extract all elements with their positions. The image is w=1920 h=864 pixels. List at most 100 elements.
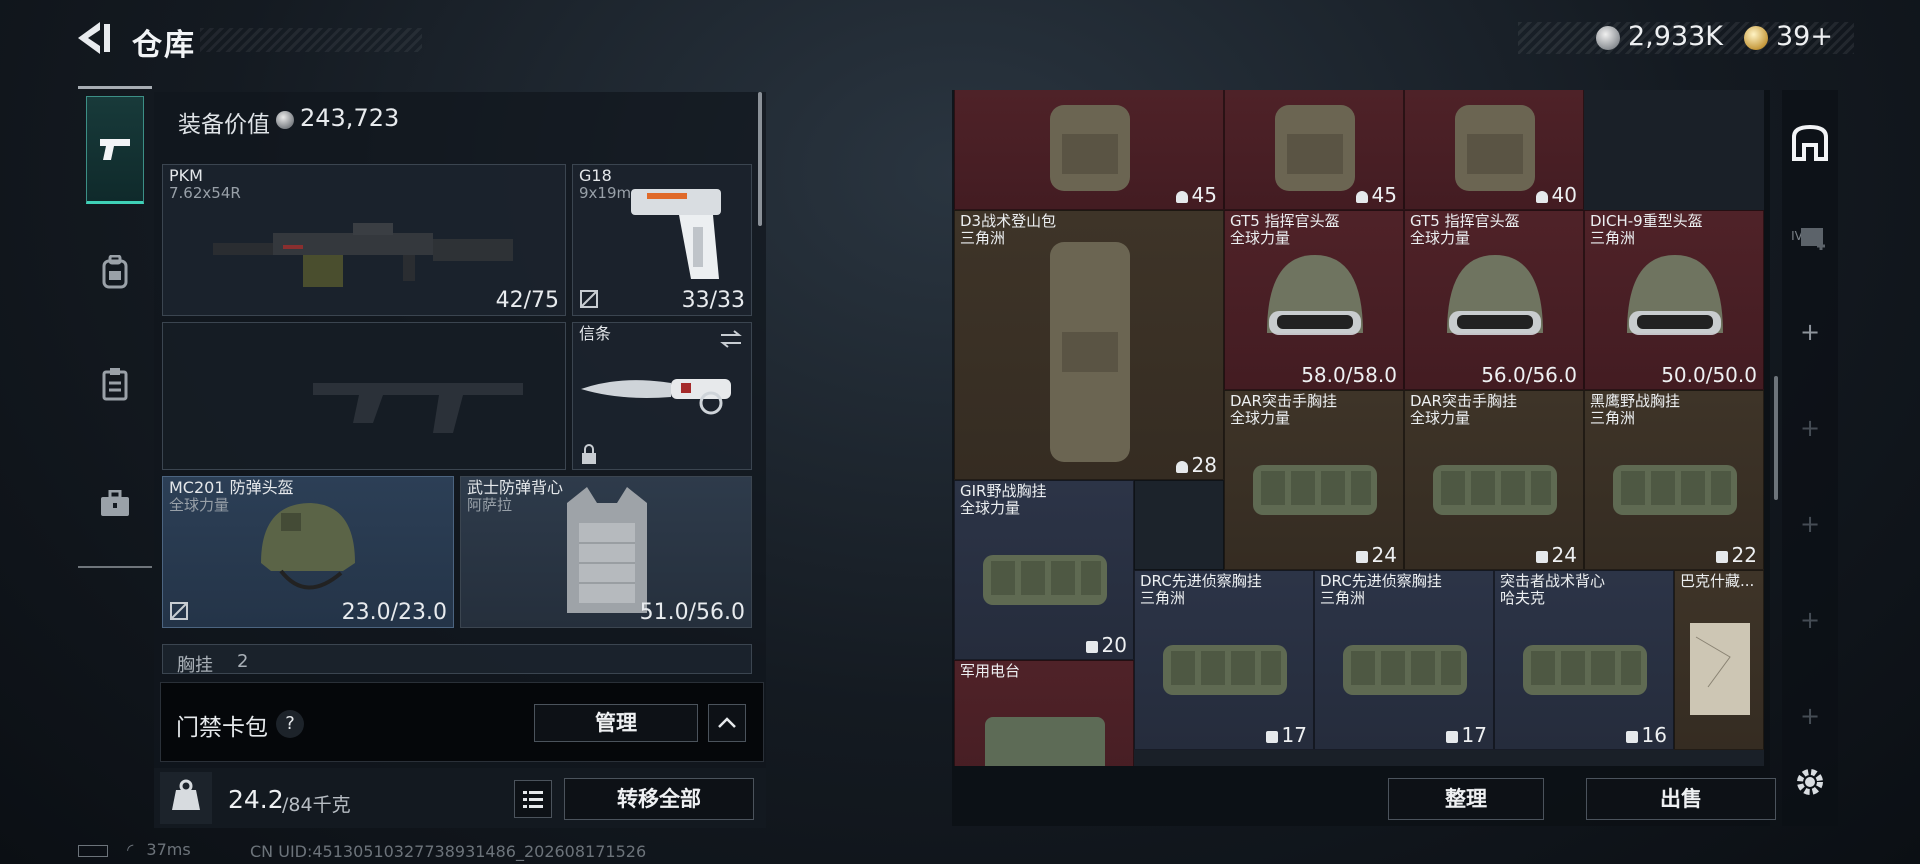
item-value: 24	[1355, 543, 1397, 567]
weight-current: 24.2	[228, 785, 284, 814]
add-storage-button[interactable]: +	[1782, 398, 1838, 458]
melee-name: 信条	[579, 324, 612, 343]
collapse-button[interactable]	[708, 704, 746, 742]
manage-button[interactable]: 管理	[534, 704, 698, 742]
list-view-button[interactable]	[514, 780, 552, 818]
back-button[interactable]	[76, 18, 114, 58]
item-name: GT5 指挥官头盔	[1410, 212, 1520, 230]
gold-currency-value[interactable]: 39+	[1776, 21, 1833, 52]
capacity-icon	[1175, 461, 1188, 473]
equipment-value: 243,723	[300, 104, 400, 132]
sort-button[interactable]: 整理	[1388, 778, 1544, 820]
storage-grid: 45 45 40 D3战术登山包 三角洲 28 GT5 指挥官头盔 全球力量 58.0/…	[954, 90, 1764, 766]
capacity-icon	[1625, 731, 1638, 743]
add-storage-button[interactable]: +	[1782, 494, 1838, 554]
item-value: 58.0/58.0	[1301, 363, 1397, 387]
item-faction: 全球力量	[1410, 229, 1471, 247]
loadout-scrollbar[interactable]	[758, 92, 762, 226]
helmet-slot[interactable]: MC201 防弹头盔 全球力量 23.0/23.0	[162, 476, 454, 628]
storage-tab-main[interactable]	[1782, 112, 1838, 172]
item-name: DRC先进侦察胸挂	[1320, 572, 1442, 590]
no-insure-icon	[170, 602, 188, 620]
list-icon	[523, 791, 543, 808]
empty-grid-cell[interactable]	[1134, 480, 1224, 570]
plus-icon: +	[1799, 414, 1821, 442]
ammo-count: 33/33	[681, 288, 745, 313]
armor-slot[interactable]: 武士防弹背心 阿萨拉 51.0/56.0	[460, 476, 752, 628]
wifi-icon: ◜	[127, 840, 134, 859]
silver-coin-icon	[1596, 26, 1620, 50]
gear-icon	[1797, 769, 1823, 795]
item-value: 24	[1535, 543, 1577, 567]
item-value-text: 24	[1551, 543, 1577, 567]
capacity-icon	[1265, 731, 1278, 743]
primary-weapon-slot[interactable]: PKM 7.62x54R 42/75	[162, 164, 566, 316]
weight-max: /84千克	[282, 794, 351, 816]
item-faction: 全球力量	[960, 499, 1021, 517]
item-name: DRC先进侦察胸挂	[1140, 572, 1262, 590]
item-value: 20	[1085, 633, 1127, 657]
nav-tab-items[interactable]	[86, 450, 144, 558]
nav-divider-bottom	[78, 566, 152, 568]
durability: 51.0/56.0	[639, 600, 745, 625]
settings-button[interactable]	[1790, 762, 1830, 802]
nav-tab-gear[interactable]	[86, 218, 144, 326]
storage-item[interactable]: 45	[954, 90, 1224, 210]
pistol-slot[interactable]: G18 9x19mm 33/33	[572, 164, 752, 316]
transfer-all-button[interactable]: 转移全部	[564, 778, 754, 820]
storage-item[interactable]: DRC先进侦察胸挂 三角洲 17	[1134, 570, 1314, 750]
secondary-weapon-slot[interactable]	[162, 322, 566, 470]
add-storage-button[interactable]: +	[1782, 590, 1838, 650]
item-faction: 哈夫克	[1500, 589, 1546, 607]
add-storage-button[interactable]: +	[1782, 686, 1838, 746]
ping-value: 37ms	[146, 840, 191, 859]
back-arrow-icon	[78, 22, 110, 54]
storage-item[interactable]: 巴克什藏...	[1674, 570, 1764, 750]
item-value-text: 17	[1461, 723, 1487, 747]
armor-faction: 阿萨拉	[467, 496, 513, 514]
storage-item[interactable]: GT5 指挥官头盔 全球力量 56.0/56.0	[1404, 210, 1584, 390]
nav-tab-weapons[interactable]	[86, 96, 144, 204]
capacity-icon	[1175, 191, 1188, 203]
melee-slot[interactable]: 信条	[572, 322, 752, 470]
backpack-icon	[102, 255, 128, 289]
storage-item[interactable]: DRC先进侦察胸挂 三角洲 17	[1314, 570, 1494, 750]
storage-item[interactable]: 黑鹰野战胸挂 三角洲 22	[1584, 390, 1764, 570]
keycard-label: 门禁卡包	[176, 715, 268, 741]
item-faction: 全球力量	[1230, 409, 1291, 427]
item-value-text: 16	[1641, 723, 1667, 747]
item-faction: 全球力量	[1230, 229, 1291, 247]
storage-item[interactable]: DICH-9重型头盔 三角洲 50.0/50.0	[1584, 210, 1764, 390]
silver-currency-value[interactable]: 2,933K	[1628, 21, 1723, 52]
storage-item[interactable]: DAR突击手胸挂 全球力量 24	[1404, 390, 1584, 570]
storage-item[interactable]: 突击者战术背心 哈夫克 16	[1494, 570, 1674, 750]
item-faction: 三角洲	[1140, 589, 1186, 607]
item-value-text: 58.0/58.0	[1301, 363, 1397, 387]
storage-scrollbar[interactable]	[1774, 376, 1778, 500]
plus-icon: +	[1799, 318, 1821, 346]
chest-rig-count: 2	[237, 651, 249, 672]
gold-coin-icon	[1744, 26, 1768, 50]
storage-item[interactable]: GT5 指挥官头盔 全球力量 58.0/58.0	[1224, 210, 1404, 390]
storage-tab-iv[interactable]: IV	[1782, 206, 1838, 266]
sell-button[interactable]: 出售	[1586, 778, 1776, 820]
swap-icon[interactable]	[719, 329, 743, 349]
storage-item[interactable]: 军用电台	[954, 660, 1134, 766]
item-value: 28	[1175, 453, 1217, 477]
nav-tab-consumables[interactable]	[86, 330, 144, 438]
help-icon[interactable]: ?	[276, 710, 304, 738]
item-image	[1675, 571, 1763, 749]
storage-item[interactable]: D3战术登山包 三角洲 28	[954, 210, 1224, 480]
battery-icon	[78, 844, 108, 857]
chest-rig-slot[interactable]: 胸挂 2	[162, 644, 752, 674]
storage-item[interactable]: 40	[1404, 90, 1584, 210]
armor-name: 武士防弹背心	[467, 478, 564, 497]
storage-item[interactable]: GIR野战胸挂 全球力量 20	[954, 480, 1134, 660]
add-storage-button[interactable]: +	[1782, 302, 1838, 362]
plus-icon: +	[1799, 702, 1821, 730]
storage-item[interactable]: 45	[1224, 90, 1404, 210]
nav-divider-top	[78, 86, 152, 89]
storage-item[interactable]: DAR突击手胸挂 全球力量 24	[1224, 390, 1404, 570]
helmet-faction: 全球力量	[169, 496, 230, 514]
locked-storage-icon	[1800, 228, 1825, 250]
